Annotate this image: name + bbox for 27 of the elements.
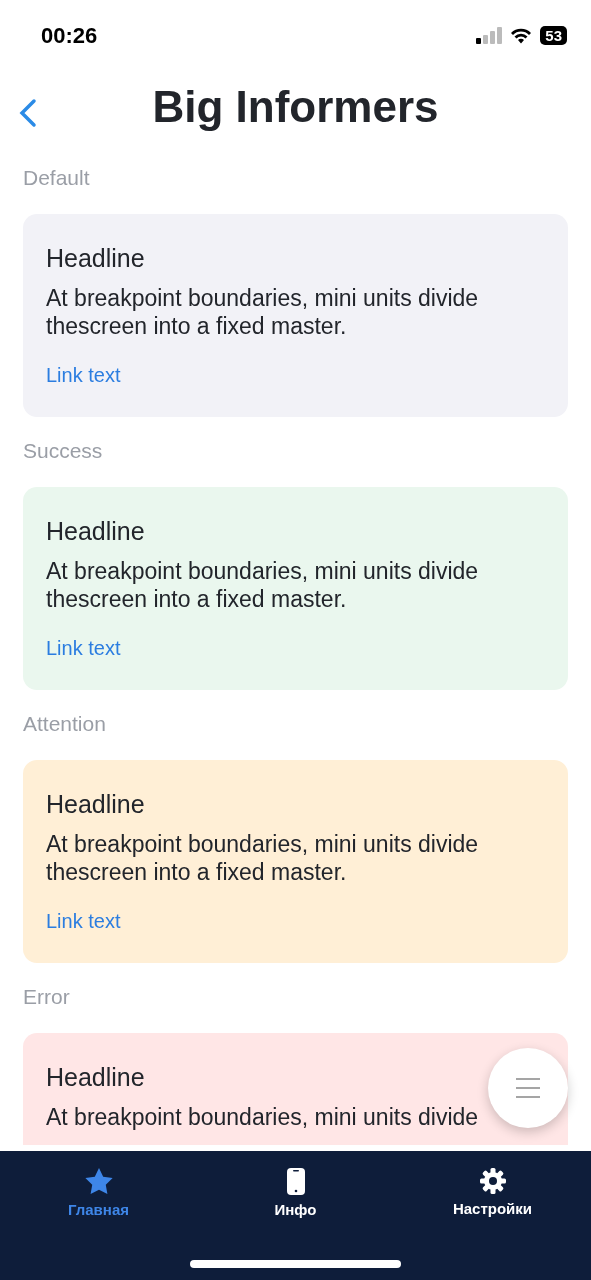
star-icon: [84, 1168, 113, 1195]
card-headline: Headline: [46, 789, 145, 820]
card-text: At breakpoint boundaries, mini units divide thescreen into a fixed master.: [46, 830, 480, 886]
tab-bar-item[interactable]: Настройки: [394, 1167, 591, 1280]
card-text: At breakpoint boundaries, mini units divide thescreen into a fixed master.: [46, 284, 480, 340]
battery-indicator: 53: [540, 25, 567, 45]
card-text: At breakpoint boundaries, mini units divide: [46, 1103, 480, 1131]
tab-bar-item[interactable]: Инфо: [197, 1167, 394, 1280]
card-link[interactable]: Link text: [46, 362, 121, 388]
section-label: Success: [23, 438, 104, 464]
card-link[interactable]: Link text: [46, 635, 121, 661]
card-text: At breakpoint boundaries, mini units divide thescreen into a fixed master.: [46, 557, 480, 613]
card-headline: Headline: [46, 243, 145, 274]
signal-icon: [476, 26, 503, 44]
menu-icon: [516, 1078, 540, 1098]
card-headline: Headline: [46, 1062, 145, 1093]
phone-icon: [286, 1168, 305, 1195]
card-headline: Headline: [46, 516, 145, 547]
wifi-icon: [510, 26, 533, 44]
status-time: 00:26: [41, 21, 98, 50]
section-label: Error: [23, 984, 71, 1010]
settings-icon: [479, 1168, 506, 1194]
section-label: Default: [23, 165, 91, 191]
card-link[interactable]: Link text: [46, 908, 121, 934]
section-label: Attention: [23, 711, 107, 737]
page-title: Big Informers: [152, 80, 439, 133]
tab-bar-item[interactable]: Главная: [0, 1167, 197, 1280]
